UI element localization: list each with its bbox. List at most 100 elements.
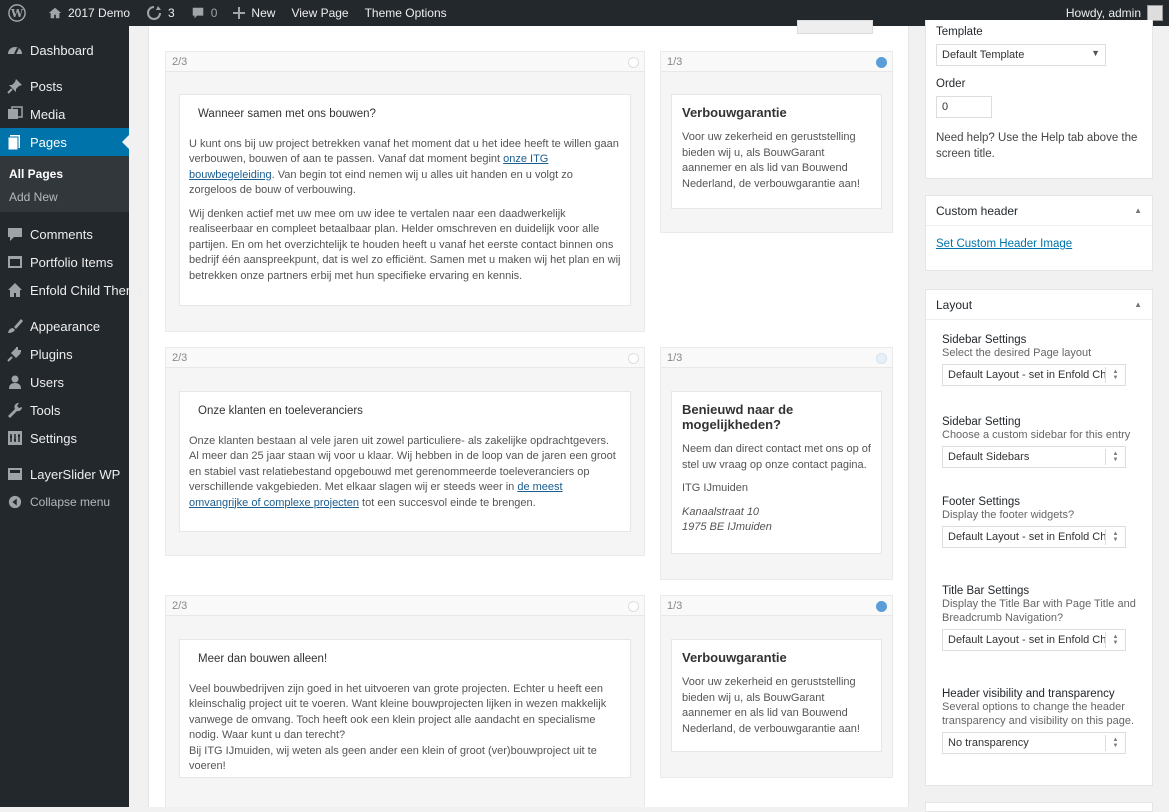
updates-link[interactable]: 3 (138, 0, 183, 26)
admin-menu: Dashboard Posts Media Pages All Pages Ad… (0, 26, 144, 807)
plug-icon (7, 346, 23, 362)
block-title: Onze klanten en toeleveranciers (198, 405, 363, 417)
menu-layerslider[interactable]: LayerSlider WP (0, 460, 129, 488)
paintbrush-icon (7, 318, 23, 334)
site-name-link[interactable]: 2017 Demo (40, 0, 138, 26)
column-one-third[interactable]: 1/3 Verbouwgarantie Voor uw zekerheid en… (660, 595, 893, 778)
text-block[interactable]: Wanneer samen met ons bouwen? U kunt ons… (179, 94, 631, 306)
menu-appearance[interactable]: Appearance (0, 312, 129, 340)
text-block[interactable]: Verbouwgarantie Voor uw zekerheid en ger… (671, 639, 882, 752)
toggle-arrow-icon[interactable]: ▲ (1134, 300, 1142, 309)
menu-label: Enfold Child Theme (30, 282, 144, 298)
block-heading: Verbouwgarantie (682, 105, 787, 120)
text-block[interactable]: Benieuwd naar de mogelijkheden? Neem dan… (671, 391, 882, 554)
menu-plugins[interactable]: Plugins (0, 340, 129, 368)
select-arrows-icon: ▲ ▼ (1105, 529, 1125, 545)
block-heading: Verbouwgarantie (682, 650, 787, 665)
howdy-text: Howdy, admin (1065, 6, 1141, 20)
column-toggle-icon[interactable] (628, 57, 639, 68)
view-page-link[interactable]: View Page (283, 0, 356, 26)
footer-settings-select[interactable]: Default Layout - set in Enfold Ch ▲ ▼ (942, 526, 1126, 548)
toggle-arrow-icon[interactable]: ▲ (1134, 206, 1142, 215)
block-paragraph: Neem dan direct contact met ons op of st… (682, 443, 871, 471)
submenu-all-pages[interactable]: All Pages (0, 162, 129, 185)
layers-icon (7, 466, 23, 482)
menu-enfold-child[interactable]: Enfold Child Theme (0, 276, 144, 304)
menu-label: Dashboard (30, 42, 94, 58)
menu-label: Pages (30, 134, 67, 150)
column-two-thirds[interactable]: 2/3 Wanneer samen met ons bouwen? U kunt… (165, 51, 645, 332)
comment-icon (7, 226, 23, 242)
sidebar-settings-select[interactable]: Default Layout - set in Enfold Ch ▲ ▼ (942, 364, 1126, 386)
theme-options-link[interactable]: Theme Options (357, 0, 455, 26)
block-paragraph: Onze klanten bestaan al vele jaren uit z… (189, 434, 616, 509)
column-toggle-icon[interactable] (876, 601, 887, 612)
menu-posts[interactable]: Posts (0, 72, 129, 100)
home-icon (7, 282, 23, 298)
block-paragraph: Voor uw zekerheid en geruststelling bied… (682, 676, 860, 735)
menu-pages[interactable]: Pages (0, 128, 129, 156)
section-desc: Display the footer widgets? (942, 509, 1075, 521)
comment-icon (192, 7, 203, 19)
wrench-icon (7, 402, 23, 418)
section-desc: Select the desired Page layout (942, 347, 1092, 359)
column-one-third[interactable]: 1/3 Verbouwgarantie Voor uw zekerheid en… (660, 51, 893, 233)
layout-section-footer-settings: Footer Settings Display the footer widge… (942, 496, 1142, 548)
column-toggle-icon[interactable] (628, 353, 639, 364)
template-select[interactable]: Default Template ▼ (936, 44, 1106, 66)
header-transparency-select[interactable]: No transparency ▲ ▼ (942, 732, 1126, 754)
column-size-label: 2/3 (172, 599, 188, 612)
collapse-menu-button[interactable]: Collapse menu (0, 488, 129, 516)
comments-link[interactable]: 0 (183, 0, 226, 26)
text-block[interactable]: Verbouwgarantie Voor uw zekerheid en ger… (671, 94, 882, 209)
column-one-third[interactable]: 1/3 Benieuwd naar de mogelijkheden? Neem… (660, 347, 893, 580)
menu-label: Media (30, 106, 66, 122)
layout-title-bar[interactable]: Layout ▲ (926, 290, 1152, 320)
menu-portfolio[interactable]: Portfolio Items (0, 248, 129, 276)
text-block[interactable]: Meer dan bouwen alleen! Veel bouwbedrijv… (179, 639, 631, 778)
menu-label: Users (30, 374, 64, 390)
column-toggle-icon[interactable] (876, 353, 887, 364)
text-block[interactable]: Onze klanten en toeleveranciers Onze kla… (179, 391, 631, 532)
menu-label: Portfolio Items (30, 254, 114, 270)
site-name: 2017 Demo (68, 6, 131, 20)
next-box (925, 802, 1153, 812)
menu-users[interactable]: Users (0, 368, 129, 396)
dashboard-icon (7, 42, 23, 58)
custom-header-title-bar[interactable]: Custom header ▲ (926, 196, 1152, 226)
section-desc: Several options to change the header tra… (942, 701, 1134, 727)
section-title: Sidebar Settings (942, 334, 1027, 346)
help-text: Need help? Use the Help tab above the sc… (936, 132, 1138, 160)
layout-section-title-bar-settings: Title Bar Settings Display the Title Bar… (942, 585, 1142, 651)
submenu-add-new[interactable]: Add New (0, 185, 129, 208)
block-paragraph: Voor uw zekerheid en geruststelling bied… (682, 131, 860, 190)
column-toggle-icon[interactable] (876, 57, 887, 68)
pages-icon (7, 134, 23, 150)
avatar (1147, 5, 1163, 21)
column-toggle-icon[interactable] (628, 601, 639, 612)
menu-media[interactable]: Media (0, 100, 129, 128)
block-paragraph: Wij denken actief met uw mee om uw idee … (189, 207, 621, 282)
layout-builder-canvas: 2/3 Wanneer samen met ons bouwen? U kunt… (148, 20, 909, 807)
column-two-thirds[interactable]: 2/3 Onze klanten en toeleveranciers Onze… (165, 347, 645, 556)
sidebar-setting-select[interactable]: Default Sidebars ▲ ▼ (942, 446, 1126, 468)
column-two-thirds[interactable]: 2/3 Meer dan bouwen alleen! Veel bouwbed… (165, 595, 645, 807)
order-input[interactable]: 0 (936, 96, 992, 118)
menu-tools[interactable]: Tools (0, 396, 129, 424)
menu-label: Posts (30, 78, 63, 94)
builder-toolbar-button[interactable] (797, 20, 873, 34)
order-label: Order (936, 78, 966, 90)
section-desc: Display the Title Bar with Page Title an… (942, 598, 1136, 624)
dropdown-arrow-icon: ▼ (1091, 48, 1100, 58)
section-title: Footer Settings (942, 496, 1020, 508)
menu-comments[interactable]: Comments (0, 220, 129, 248)
select-arrows-icon: ▲ ▼ (1105, 632, 1125, 648)
title-bar-settings-select[interactable]: Default Layout - set in Enfold Ch ▲ ▼ (942, 629, 1126, 651)
wordpress-logo-icon[interactable]: W (0, 0, 40, 26)
menu-settings[interactable]: Settings (0, 424, 129, 452)
new-content-link[interactable]: New (225, 0, 283, 26)
select-arrows-icon: ▲ ▼ (1105, 367, 1125, 383)
set-custom-header-link[interactable]: Set Custom Header Image (936, 238, 1072, 250)
menu-dashboard[interactable]: Dashboard (0, 36, 129, 64)
column-size-label: 2/3 (172, 55, 188, 68)
